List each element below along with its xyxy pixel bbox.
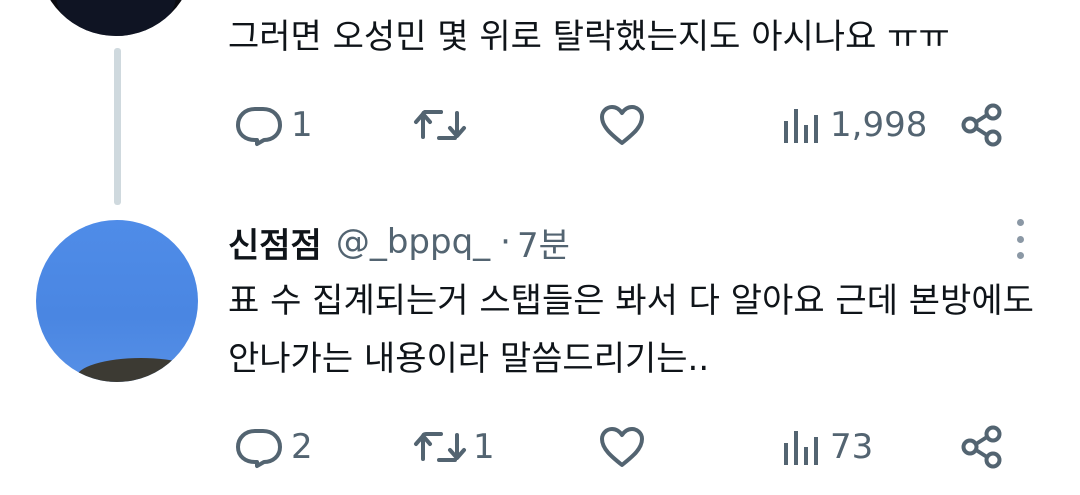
heart-icon [600, 427, 644, 467]
tweet-2-share-button[interactable] [958, 420, 1006, 474]
more-dot [1016, 219, 1024, 226]
retweet-icon [414, 110, 466, 140]
tweet-2-text-line-1: 표 수 집계되는거 스탭들은 봐서 다 알아요 근데 본방에도 [228, 281, 1034, 321]
share-icon [961, 425, 1002, 469]
tweet-2-view-count: 73 [830, 427, 874, 467]
tweet-2-retweet-button[interactable]: 1 [413, 420, 495, 474]
tweet-2-reply-count: 2 [291, 427, 313, 467]
tweet-1-view-count: 1,998 [830, 105, 928, 145]
reply-bubble-icon [236, 107, 282, 146]
views-bar-chart-icon [784, 109, 818, 143]
retweet-icon [414, 432, 466, 462]
avatar-sinjeomjeom[interactable] [36, 220, 198, 382]
tweet-1-action-bar: 1 1,998 [0, 98, 1080, 152]
display-name[interactable]: 신점점 [228, 218, 322, 267]
tweet-1-reply-button[interactable]: 1 [233, 98, 313, 152]
heart-icon [600, 105, 644, 145]
views-bar-chart-icon [784, 431, 818, 465]
tweet-1-reply-count: 1 [291, 105, 313, 145]
tweet-2-retweet-count: 1 [473, 427, 495, 467]
timestamp[interactable]: 7분 [517, 218, 570, 267]
tweet-1-share-button[interactable] [958, 98, 1006, 152]
more-vertical-icon[interactable] [1013, 219, 1027, 259]
share-icon [961, 103, 1002, 147]
user-handle[interactable]: @_bppq_ [336, 222, 490, 262]
reply-bubble-icon [236, 429, 282, 468]
tweet-1-retweet-button[interactable] [413, 98, 473, 152]
more-dot [1016, 252, 1024, 259]
separator-dot: · [500, 222, 511, 262]
tweet-2-views-button[interactable]: 73 [780, 420, 873, 474]
tweet-1-views-button[interactable]: 1,998 [780, 98, 927, 152]
avatar-previous-tweet[interactable] [38, 0, 194, 36]
tweet-2-header: 신점점 @_bppq_ · 7분 [228, 218, 570, 267]
avatar-hill-silhouette [76, 358, 198, 382]
tweet-2-action-bar: 2 1 73 [0, 420, 1080, 474]
tweet-2-reply-button[interactable]: 2 [233, 420, 313, 474]
tweet-1-text: 그러면 오성민 몇 위로 탈락했는지도 아시나요 ㅠㅠ [228, 17, 950, 57]
more-dot [1016, 235, 1024, 243]
tweet-2-text-line-2: 안나가는 내용이라 말씀드리기는.. [228, 339, 710, 379]
tweet-2-like-button[interactable] [598, 420, 652, 474]
tweet-1-like-button[interactable] [598, 98, 652, 152]
